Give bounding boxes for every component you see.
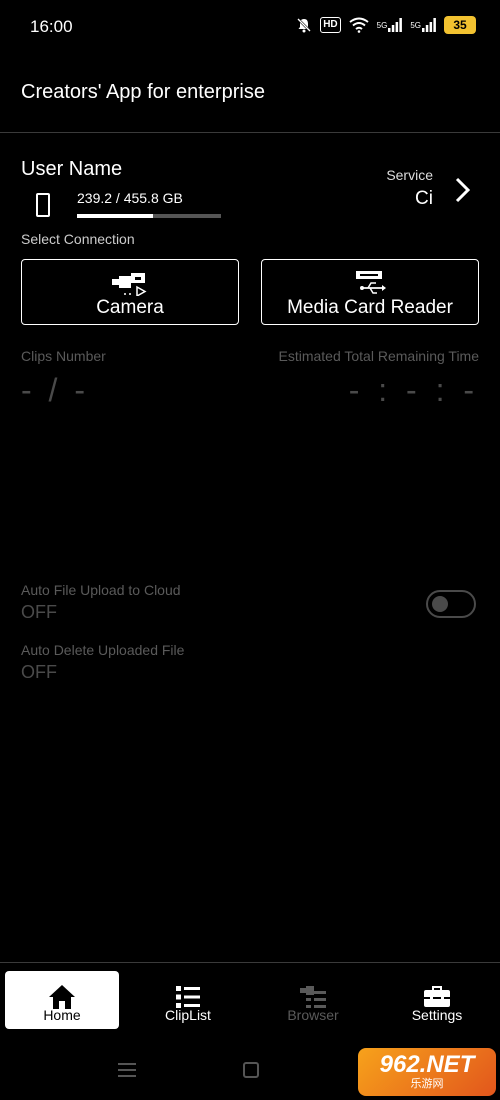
toolbox-icon xyxy=(424,986,450,1007)
camera-icon xyxy=(112,273,147,296)
bottom-nav: Home ClipList Browser Settings xyxy=(0,963,500,1035)
list-icon xyxy=(176,986,200,1008)
select-connection-label: Select Connection xyxy=(21,231,135,247)
network-type-1: 5G xyxy=(376,20,388,30)
hd-icon: HD xyxy=(320,17,341,33)
recent-apps-icon[interactable] xyxy=(118,1062,136,1078)
watermark-main-text: 962.NET xyxy=(379,1051,475,1078)
phone-icon xyxy=(36,193,50,217)
watermark-sub-text: 乐游网 xyxy=(410,1078,444,1090)
nav-item-browser[interactable]: Browser xyxy=(256,971,370,1029)
camera-button[interactable]: Camera xyxy=(21,259,239,325)
media-card-reader-button[interactable]: Media Card Reader xyxy=(261,259,479,325)
auto-delete-value: OFF xyxy=(21,662,57,682)
auto-upload-label: Auto File Upload to Cloud xyxy=(21,582,181,598)
storage-progress-fill xyxy=(77,214,153,218)
home-icon xyxy=(49,985,75,1009)
system-home-icon[interactable] xyxy=(243,1062,259,1078)
card-reader-icon xyxy=(356,271,386,294)
bell-off-icon xyxy=(296,17,312,33)
chevron-right-icon[interactable] xyxy=(452,176,474,204)
storage-text: 239.2 / 455.8 GB xyxy=(77,190,183,206)
battery-icon: 35 xyxy=(444,16,476,34)
browser-icon xyxy=(300,986,326,1008)
app-title: Creators' App for enterprise xyxy=(21,81,265,103)
nav-item-home[interactable]: Home xyxy=(5,971,119,1029)
storage-progress-bar xyxy=(77,214,221,218)
estimated-remaining-time-label: Estimated Total Remaining Time xyxy=(278,348,480,364)
watermark-logo: 962.NET 乐游网 xyxy=(358,1048,496,1096)
toggle-knob xyxy=(432,596,448,612)
auto-upload-toggle[interactable] xyxy=(426,590,476,618)
nav-item-settings[interactable]: Settings xyxy=(380,971,494,1029)
media-card-reader-button-label: Media Card Reader xyxy=(287,297,453,318)
user-name: User Name xyxy=(21,158,123,180)
status-icons: HD 5G 5G 35 xyxy=(296,16,476,34)
service-label: Service xyxy=(386,167,433,183)
status-bar: 16:00 HD 5G 5G 35 xyxy=(0,0,500,56)
wifi-icon xyxy=(349,17,369,33)
auto-delete-label: Auto Delete Uploaded File xyxy=(21,642,185,658)
signal-5g-icon-2: 5G xyxy=(410,18,436,32)
header-divider xyxy=(0,132,500,133)
clips-number-label: Clips Number xyxy=(21,348,106,364)
clips-number-value: - / - xyxy=(21,372,89,408)
service-value[interactable]: Ci xyxy=(415,188,433,210)
signal-5g-icon: 5G xyxy=(377,18,403,32)
network-type-2: 5G xyxy=(410,20,421,30)
camera-button-label: Camera xyxy=(96,297,164,318)
auto-upload-value: OFF xyxy=(21,602,57,622)
nav-item-cliplist[interactable]: ClipList xyxy=(131,971,245,1029)
estimated-remaining-time-value: - : - : - xyxy=(348,372,479,408)
status-time: 16:00 xyxy=(30,17,73,36)
